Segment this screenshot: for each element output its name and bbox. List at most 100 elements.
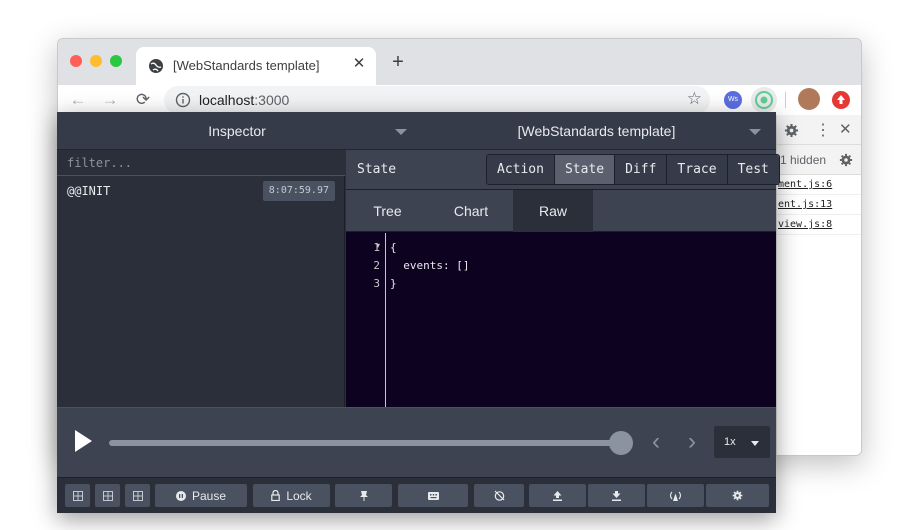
- settings-gear-icon[interactable]: [839, 153, 853, 167]
- redux-icon: [755, 91, 773, 109]
- source-link[interactable]: view.js:8: [777, 215, 861, 235]
- toolbar-divider: [785, 92, 786, 108]
- action-list-panel: filter... @@INIT 8:07:59.97: [57, 150, 345, 407]
- bookmark-star-icon[interactable]: ☆: [687, 89, 702, 109]
- lock-label: Lock: [286, 488, 312, 503]
- chevron-down-icon: [749, 129, 761, 135]
- speed-select[interactable]: 1x: [714, 426, 770, 458]
- download-icon: [612, 490, 621, 501]
- webstandards-extension-icon[interactable]: Ws: [724, 91, 742, 109]
- new-tab-button[interactable]: +: [388, 52, 408, 72]
- ext-ws-label: Ws: [727, 96, 739, 103]
- broadcast-icon: [670, 491, 681, 501]
- action-timestamp: 8:07:59.97: [262, 181, 335, 201]
- source-link[interactable]: ment.js:6: [777, 175, 861, 195]
- layout-icon: [102, 490, 113, 501]
- tab-test[interactable]: Test: [726, 155, 779, 184]
- back-button[interactable]: ←: [67, 89, 89, 111]
- browser-toolbar: ← → ⟳ localhost:3000 ☆ Ws: [58, 85, 861, 115]
- close-devtools-icon[interactable]: ✕: [839, 120, 852, 138]
- lock-button[interactable]: Lock: [253, 484, 330, 507]
- speed-value: 1x: [724, 436, 736, 448]
- info-icon[interactable]: [175, 92, 191, 108]
- import-button[interactable]: [588, 484, 645, 507]
- hidden-count: 1 hidden: [780, 153, 827, 167]
- close-window-button[interactable]: [70, 55, 82, 67]
- pause-icon: [175, 490, 186, 501]
- slider-monitor: ‹ › 1x: [57, 407, 776, 477]
- monitor-select[interactable]: Inspector: [57, 112, 417, 150]
- state-tabbar: State Action State Diff Trace Test: [346, 150, 780, 190]
- reload-button[interactable]: ⟳: [132, 89, 154, 111]
- zoom-window-button[interactable]: [110, 55, 122, 67]
- background-devtools-panel: ⋮ ✕ 1 hidden ment.js:6 ent.js:13 view.js…: [776, 115, 861, 455]
- tab-title: [WebStandards template]: [173, 58, 320, 73]
- forward-button[interactable]: →: [99, 89, 121, 111]
- code-line: events: []: [390, 259, 470, 272]
- layout-bottom-button[interactable]: [125, 484, 150, 507]
- action-name: @@INIT: [67, 184, 111, 198]
- devtools-filterbar: 1 hidden: [777, 145, 861, 175]
- state-label: State: [357, 162, 397, 177]
- tab-raw[interactable]: Raw: [513, 190, 593, 232]
- view-tabbar: Tree Chart Raw: [346, 190, 776, 232]
- pause-label: Pause: [191, 488, 227, 503]
- layout-left-button[interactable]: [65, 484, 90, 507]
- layout-right-button[interactable]: [95, 484, 120, 507]
- previous-icon[interactable]: ‹: [652, 430, 660, 454]
- caret-down-icon: [751, 441, 759, 446]
- devtools-header: Inspector [WebStandards template]: [57, 112, 776, 150]
- dispatcher-button[interactable]: [398, 484, 468, 507]
- update-icon[interactable]: [832, 91, 850, 109]
- tab-tree[interactable]: Tree: [346, 190, 429, 232]
- code-line: }: [390, 277, 397, 290]
- line-number: 2: [373, 259, 380, 272]
- upload-icon: [553, 490, 562, 501]
- instance-select-label: [WebStandards template]: [517, 123, 676, 139]
- devtools-topbar: ⋮ ✕: [777, 115, 861, 145]
- line-gutter: 1 ▾ 2 3: [346, 233, 386, 407]
- tab-state[interactable]: State: [553, 155, 615, 184]
- kebab-menu-icon[interactable]: ⋮: [815, 120, 831, 140]
- browser-tab[interactable]: [WebStandards template] ✕: [136, 47, 376, 85]
- minimize-window-button[interactable]: [90, 55, 102, 67]
- instance-select[interactable]: [WebStandards template]: [417, 112, 776, 150]
- layout-icon: [132, 490, 143, 501]
- tab-action[interactable]: Action: [487, 155, 554, 184]
- address-bar[interactable]: localhost:3000 ☆: [164, 86, 710, 114]
- profile-avatar[interactable]: [798, 88, 820, 110]
- monitor-select-label: Inspector: [208, 123, 266, 139]
- slider-thumb[interactable]: [609, 431, 633, 455]
- fold-caret-icon[interactable]: ▾: [376, 241, 380, 250]
- redux-devtools-extension-icon[interactable]: [751, 87, 777, 113]
- source-link[interactable]: ent.js:13: [777, 195, 861, 215]
- arrow-up-icon: [837, 95, 845, 104]
- slider-track[interactable]: [109, 440, 621, 446]
- timer-off-icon: [494, 490, 504, 501]
- pause-button[interactable]: Pause: [155, 484, 247, 507]
- globe-icon: [149, 59, 163, 73]
- url-host: localhost: [199, 92, 255, 108]
- layout-icon: [72, 490, 83, 501]
- tab-trace[interactable]: Trace: [666, 155, 727, 184]
- redux-devtools-window: Inspector [WebStandards template] filter…: [57, 112, 780, 513]
- tab-chart[interactable]: Chart: [429, 190, 513, 232]
- list-item[interactable]: @@INIT 8:07:59.97: [57, 177, 345, 205]
- line-number: 1: [373, 241, 380, 254]
- pin-button[interactable]: [335, 484, 392, 507]
- state-panel: State Action State Diff Trace Test Tree …: [346, 150, 780, 407]
- next-icon[interactable]: ›: [688, 430, 696, 454]
- gear-icon[interactable]: [784, 123, 799, 138]
- persist-button[interactable]: [474, 484, 524, 507]
- remote-button[interactable]: [647, 484, 704, 507]
- url-port: :3000: [254, 92, 290, 108]
- settings-button[interactable]: [706, 484, 769, 507]
- raw-state-editor[interactable]: 1 ▾ 2 3 { events: [] }: [346, 233, 776, 407]
- tab-close-icon[interactable]: ✕: [350, 55, 368, 73]
- filter-input[interactable]: filter...: [57, 150, 345, 176]
- lock-icon: [271, 490, 281, 501]
- play-icon[interactable]: [75, 430, 92, 452]
- pin-icon: [359, 490, 368, 501]
- tab-diff[interactable]: Diff: [614, 155, 667, 184]
- export-button[interactable]: [529, 484, 586, 507]
